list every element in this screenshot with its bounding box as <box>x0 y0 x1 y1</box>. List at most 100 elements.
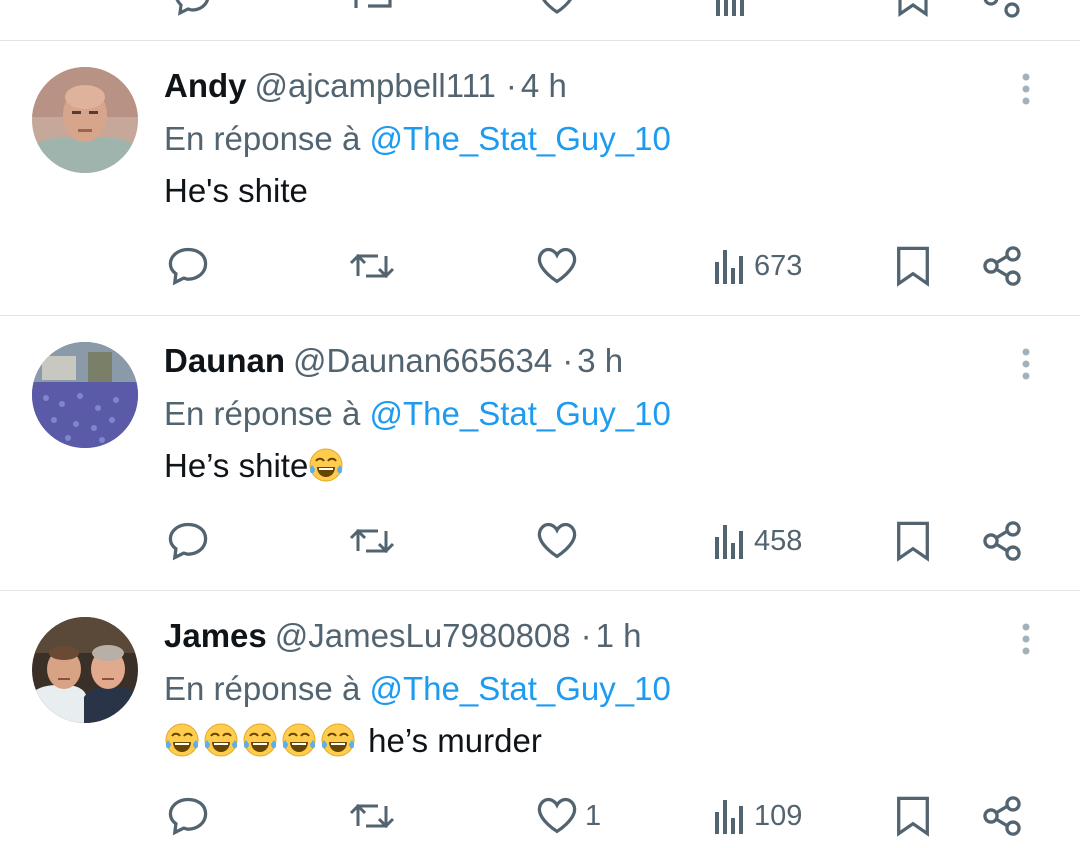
share-icon[interactable] <box>982 0 1022 18</box>
tweet-text-content: he’s murder <box>368 722 542 759</box>
bald-man-photo <box>32 67 138 173</box>
speech-bubble-icon <box>168 247 208 286</box>
reply-tweet[interactable]: Daunan @Daunan665634 · 3 h En réponse à @Th… <box>0 316 1080 590</box>
bookmark-button[interactable] <box>891 241 935 291</box>
bookmark-button[interactable] <box>891 791 935 841</box>
reply-mention-link[interactable]: @The_Stat_Guy_10 <box>369 670 670 707</box>
tears-of-joy-emoji <box>309 448 343 482</box>
reply-tweet[interactable]: Andy @ajcampbell111 · 4 h En réponse à @The… <box>0 41 1080 315</box>
display-name[interactable]: Andy <box>164 67 247 104</box>
vertical-dots-icon[interactable] <box>1014 71 1038 111</box>
separator-dot: · <box>562 342 574 379</box>
timestamp[interactable]: 1 h <box>596 617 642 654</box>
reply-mention-link[interactable]: @The_Stat_Guy_10 <box>369 120 670 157</box>
avatar[interactable] <box>32 342 138 448</box>
previous-tweet-actions <box>0 0 1080 40</box>
separator-dot: · <box>505 67 517 104</box>
tweet-header: Daunan @Daunan665634 · 3 h <box>164 341 623 381</box>
display-name[interactable]: James <box>164 617 267 654</box>
retweet-arrows-icon <box>349 528 395 554</box>
reply-button[interactable] <box>166 791 210 841</box>
separator-dot: · <box>580 617 592 654</box>
tears-of-joy-emoji <box>165 723 199 757</box>
tweet-text-content: He’s shite <box>164 447 309 484</box>
bookmark-icon <box>897 246 929 287</box>
tweet-header: Andy @ajcampbell111 · 4 h <box>164 66 567 106</box>
heart-icon <box>537 797 577 834</box>
tweet-text-content: He's shite <box>164 172 308 209</box>
heart-icon <box>537 522 577 559</box>
view-count: 109 <box>754 799 803 832</box>
reply-context: En réponse à @The_Stat_Guy_10 <box>164 669 671 709</box>
bar-chart-icon <box>715 250 743 284</box>
vertical-dots-icon[interactable] <box>1014 346 1038 386</box>
views-button[interactable]: 458 <box>712 516 802 566</box>
tears-of-joy-emoji <box>282 723 316 757</box>
speech-bubble-icon <box>168 797 208 836</box>
bar-chart-icon <box>715 525 743 559</box>
avatar[interactable] <box>32 67 138 173</box>
timestamp[interactable]: 3 h <box>577 342 623 379</box>
speech-bubble-icon <box>168 522 208 561</box>
retweet-button[interactable] <box>348 516 396 566</box>
heart-icon <box>537 247 577 284</box>
like-button[interactable]: 1 <box>535 791 601 841</box>
user-handle[interactable]: @JamesLu7980808 <box>275 617 571 654</box>
retweet-arrows-icon <box>349 253 395 279</box>
reply-thread: Andy @ajcampbell111 · 4 h En réponse à @The… <box>0 0 1080 848</box>
bar-chart-icon <box>715 800 743 834</box>
reply-button[interactable] <box>166 516 210 566</box>
tweet-header: James @JamesLu7980808 · 1 h <box>164 616 642 656</box>
bar-chart-icon[interactable] <box>712 0 748 18</box>
retweet-arrows-icon[interactable] <box>350 0 396 18</box>
speech-bubble-icon[interactable] <box>172 0 212 18</box>
share-icon <box>983 796 1021 836</box>
tears-of-joy-emoji <box>204 723 238 757</box>
emoji-row <box>164 722 359 759</box>
reply-context: En réponse à @The_Stat_Guy_10 <box>164 119 671 159</box>
reply-tweet[interactable]: James @JamesLu7980808 · 1 h En réponse à @T… <box>0 591 1080 848</box>
crowd-aerial-photo <box>32 342 138 448</box>
action-bar: 458 <box>0 516 1080 566</box>
vertical-dots-icon[interactable] <box>1014 621 1038 661</box>
action-bar: 673 <box>0 241 1080 291</box>
share-button[interactable] <box>980 791 1024 841</box>
display-name[interactable]: Daunan <box>164 342 285 379</box>
share-icon <box>983 521 1021 561</box>
user-handle[interactable]: @Daunan665634 <box>293 342 552 379</box>
view-count: 458 <box>754 524 803 557</box>
action-bar: 1 109 <box>0 791 1080 841</box>
bookmark-icon <box>897 796 929 837</box>
heart-icon[interactable] <box>537 0 577 18</box>
reply-context: En réponse à @The_Stat_Guy_10 <box>164 394 671 434</box>
like-count: 1 <box>585 799 602 832</box>
retweet-arrows-icon <box>349 803 395 829</box>
view-count: 673 <box>754 249 803 282</box>
user-handle[interactable]: @ajcampbell111 <box>255 67 496 104</box>
tears-of-joy-emoji <box>243 723 277 757</box>
like-button[interactable] <box>535 516 585 566</box>
reply-mention-link[interactable]: @The_Stat_Guy_10 <box>369 395 670 432</box>
reply-prefix: En réponse à <box>164 120 361 157</box>
bookmark-icon[interactable] <box>893 0 933 18</box>
reply-prefix: En réponse à <box>164 670 361 707</box>
timestamp[interactable]: 4 h <box>521 67 567 104</box>
avatar[interactable] <box>32 617 138 723</box>
two-men-photo <box>32 617 138 723</box>
views-button[interactable]: 109 <box>712 791 802 841</box>
views-button[interactable]: 673 <box>712 241 802 291</box>
tears-of-joy-emoji <box>321 723 355 757</box>
retweet-button[interactable] <box>348 241 396 291</box>
reply-button[interactable] <box>166 241 210 291</box>
share-button[interactable] <box>980 516 1024 566</box>
tweet-text: he’s murder <box>164 721 542 761</box>
share-icon <box>983 246 1021 286</box>
like-button[interactable] <box>535 241 585 291</box>
share-button[interactable] <box>980 241 1024 291</box>
retweet-button[interactable] <box>348 791 396 841</box>
tweet-text: He’s shite <box>164 446 347 486</box>
bookmark-icon <box>897 521 929 562</box>
bookmark-button[interactable] <box>891 516 935 566</box>
reply-prefix: En réponse à <box>164 395 361 432</box>
tweet-text: He's shite <box>164 171 308 211</box>
